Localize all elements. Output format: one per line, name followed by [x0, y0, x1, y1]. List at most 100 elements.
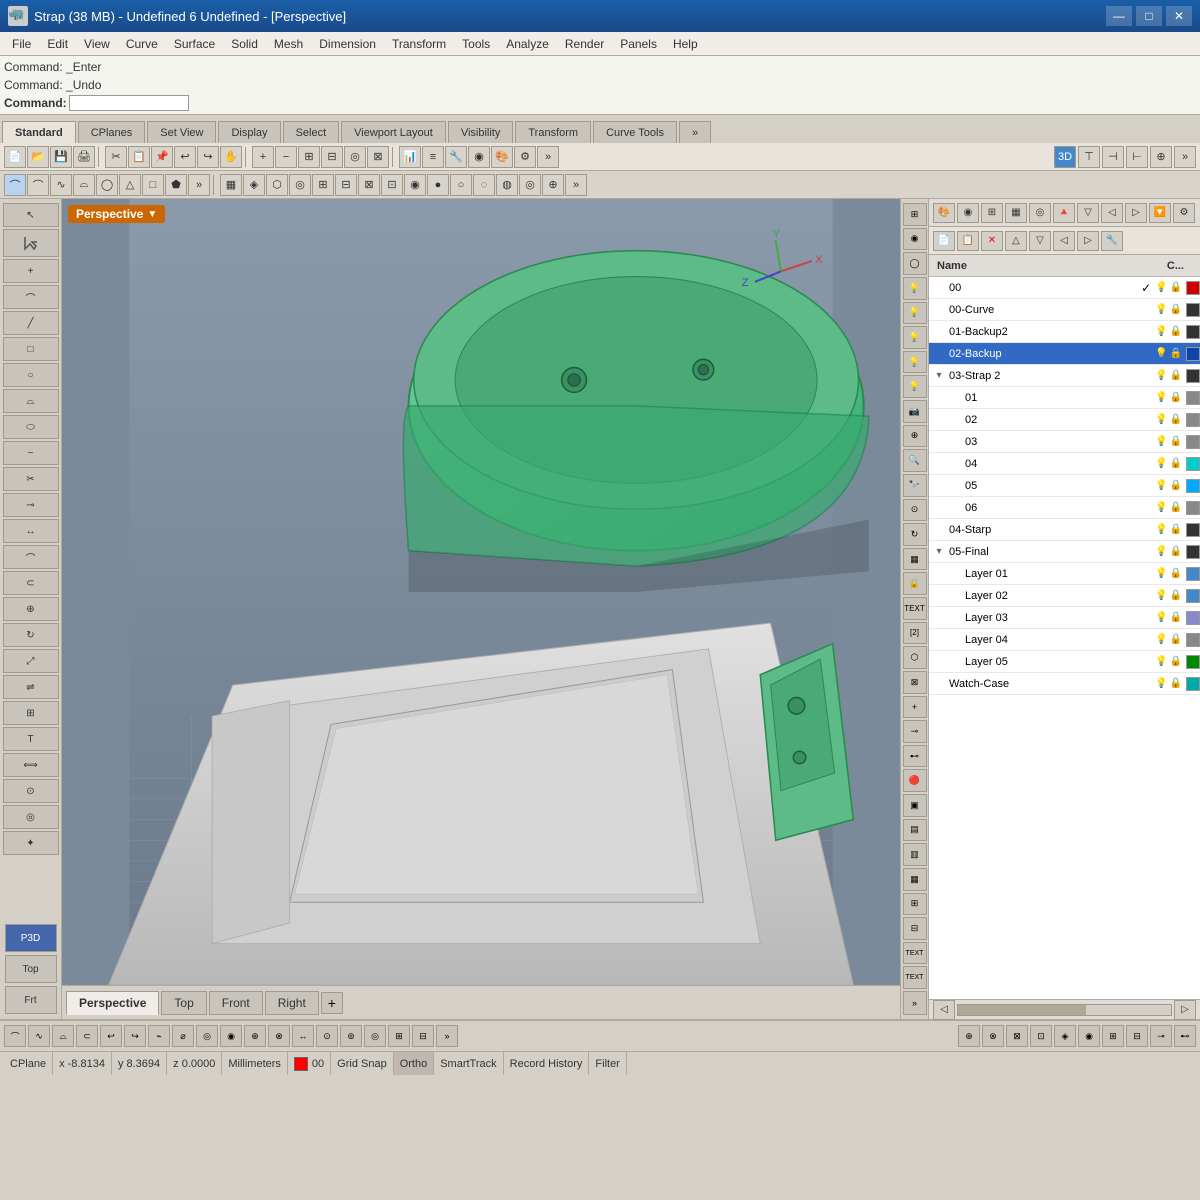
- layer-row-s01[interactable]: 01 💡 🔒: [929, 387, 1200, 409]
- tb-options[interactable]: ⚙: [514, 146, 536, 168]
- lp-new-layer[interactable]: 📄: [933, 231, 955, 251]
- layer-color-05f[interactable]: [1186, 545, 1200, 559]
- tb-draw8[interactable]: ⬟: [165, 174, 187, 196]
- sb-units[interactable]: Millimeters: [222, 1052, 288, 1075]
- sb-record-history[interactable]: Record History: [504, 1052, 590, 1075]
- ri-rotate1[interactable]: ↻: [903, 523, 927, 546]
- lp-down[interactable]: ▽: [1029, 231, 1051, 251]
- lt-trim[interactable]: ✂: [3, 467, 59, 491]
- menu-file[interactable]: File: [4, 35, 39, 53]
- menu-view[interactable]: View: [76, 35, 118, 53]
- bb-curve12[interactable]: ⊗: [268, 1025, 290, 1047]
- ri-plus[interactable]: +: [903, 696, 927, 719]
- tb-redo[interactable]: ↪: [197, 146, 219, 168]
- layer-color-s01[interactable]: [1186, 391, 1200, 405]
- bb-r7[interactable]: ⊞: [1102, 1025, 1124, 1047]
- lp-render3[interactable]: ◁: [1101, 203, 1123, 223]
- tb-open[interactable]: 📂: [27, 146, 49, 168]
- tb-undo[interactable]: ↩: [174, 146, 196, 168]
- tb-draw2[interactable]: ⌒: [27, 174, 49, 196]
- vp-tab-perspective[interactable]: Perspective: [66, 991, 159, 1015]
- ri-light3[interactable]: 💡: [903, 326, 927, 349]
- lt-curve[interactable]: ⌒: [3, 285, 59, 309]
- tb-new[interactable]: 📄: [4, 146, 26, 168]
- lp-display1[interactable]: 🎨: [933, 203, 955, 223]
- layer-row-watchcase[interactable]: Watch-Case 💡 🔒: [929, 673, 1200, 695]
- ri-shade3[interactable]: ▥: [903, 843, 927, 866]
- lt-text[interactable]: T: [3, 727, 59, 751]
- ri-expand[interactable]: »: [903, 991, 927, 1015]
- tb-zoom-sel[interactable]: ◎: [344, 146, 366, 168]
- bb-r8[interactable]: ⊟: [1126, 1025, 1148, 1047]
- sb-layer[interactable]: 00: [288, 1052, 331, 1075]
- ri-light1[interactable]: 💡: [903, 277, 927, 300]
- vp-tab-top[interactable]: Top: [161, 991, 206, 1015]
- tb-render[interactable]: 🎨: [491, 146, 513, 168]
- ri-zoom2[interactable]: 🔭: [903, 474, 927, 497]
- layer-color-l04[interactable]: [1186, 633, 1200, 647]
- ri-shade1[interactable]: ▣: [903, 794, 927, 817]
- bb-more[interactable]: »: [436, 1025, 458, 1047]
- menu-transform[interactable]: Transform: [384, 35, 454, 53]
- tb-more2[interactable]: »: [537, 146, 559, 168]
- layer-row-02backup[interactable]: 02-Backup 💡 🔒: [929, 343, 1200, 365]
- lt-pt[interactable]: +: [3, 259, 59, 283]
- bb-curve3[interactable]: ⌓: [52, 1025, 74, 1047]
- lt-snap[interactable]: ⊙: [3, 779, 59, 803]
- tab-viewport-layout[interactable]: Viewport Layout: [341, 121, 446, 143]
- tb-zoom-out[interactable]: −: [275, 146, 297, 168]
- tb-surf9[interactable]: ◉: [404, 174, 426, 196]
- maximize-button[interactable]: □: [1136, 6, 1162, 26]
- sb-grid-snap[interactable]: Grid Snap: [331, 1052, 394, 1075]
- ri-display1[interactable]: ⊞: [903, 203, 927, 226]
- lt-gumball[interactable]: ✦: [3, 831, 59, 855]
- tb-zoom-all[interactable]: ⊠: [367, 146, 389, 168]
- ri-text4[interactable]: TEXT: [903, 966, 927, 989]
- tb-surf12[interactable]: ◌: [473, 174, 495, 196]
- tb-surf7[interactable]: ⊠: [358, 174, 380, 196]
- lp-render2[interactable]: ▽: [1077, 203, 1099, 223]
- viewport-area[interactable]: Perspective ▼: [62, 199, 900, 1019]
- ri-lock2[interactable]: 🔴: [903, 769, 927, 792]
- layer-color-s04[interactable]: [1186, 457, 1200, 471]
- lt-osnap[interactable]: ◎: [3, 805, 59, 829]
- lt-select2[interactable]: [3, 229, 59, 257]
- lp-scroll-left[interactable]: ◁: [933, 1000, 955, 1020]
- command-input[interactable]: [69, 95, 189, 111]
- bb-curve5[interactable]: ↩: [100, 1025, 122, 1047]
- tb-surf1[interactable]: ▦: [220, 174, 242, 196]
- tb-material[interactable]: ◉: [468, 146, 490, 168]
- tb-persp[interactable]: 3D: [1054, 146, 1076, 168]
- lp-filter2[interactable]: ⚙: [1173, 203, 1195, 223]
- layer-row-03strap2[interactable]: ▾ 03-Strap 2 💡 🔒: [929, 365, 1200, 387]
- tb-props[interactable]: 📊: [399, 146, 421, 168]
- lt-rect[interactable]: □: [3, 337, 59, 361]
- layer-row-l04[interactable]: Layer 04 💡 🔒: [929, 629, 1200, 651]
- layer-row-00curve[interactable]: 00-Curve 💡 🔒: [929, 299, 1200, 321]
- lp-copy-layer[interactable]: 📋: [957, 231, 979, 251]
- vp-tab-front[interactable]: Front: [209, 991, 263, 1015]
- tab-standard[interactable]: Standard: [2, 121, 76, 143]
- lp-render4[interactable]: ▷: [1125, 203, 1147, 223]
- vp-tab-right[interactable]: Right: [265, 991, 319, 1015]
- tab-select[interactable]: Select: [283, 121, 340, 143]
- lp-scroll-right[interactable]: ▷: [1174, 1000, 1196, 1020]
- menu-render[interactable]: Render: [557, 35, 612, 53]
- layer-color-s02[interactable]: [1186, 413, 1200, 427]
- bb-r1[interactable]: ⊕: [958, 1025, 980, 1047]
- tb-copy[interactable]: 📋: [128, 146, 150, 168]
- bb-curve8[interactable]: ⌀: [172, 1025, 194, 1047]
- tb-zoom-in[interactable]: +: [252, 146, 274, 168]
- ri-cam2[interactable]: ⊕: [903, 425, 927, 448]
- layer-row-s06[interactable]: 06 💡 🔒: [929, 497, 1200, 519]
- lt-ellipse[interactable]: ⬭: [3, 415, 59, 439]
- bb-r10[interactable]: ⊷: [1174, 1025, 1196, 1047]
- layer-color-s06[interactable]: [1186, 501, 1200, 515]
- menu-curve[interactable]: Curve: [118, 35, 166, 53]
- layer-color-s03[interactable]: [1186, 435, 1200, 449]
- tb-print[interactable]: 🖨: [73, 146, 95, 168]
- tb-surf14[interactable]: ◎: [519, 174, 541, 196]
- sb-cplane[interactable]: CPlane: [4, 1052, 53, 1075]
- bb-snap3[interactable]: ◎: [364, 1025, 386, 1047]
- lp-display2[interactable]: ◉: [957, 203, 979, 223]
